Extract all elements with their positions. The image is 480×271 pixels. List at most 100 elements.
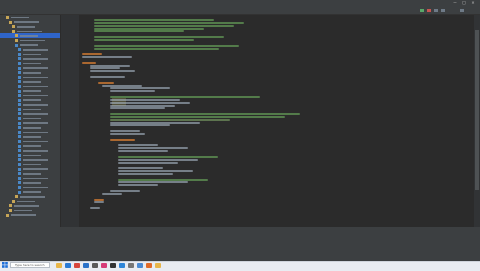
line-number-gutter (61, 15, 79, 227)
music-icon[interactable] (146, 263, 152, 268)
code-line (94, 21, 244, 24)
code-line (102, 192, 122, 195)
file-icon (6, 213, 9, 217)
intellij-icon[interactable] (101, 263, 107, 268)
code-line (98, 81, 114, 84)
run-icon[interactable] (420, 9, 424, 12)
file-icon (18, 153, 21, 157)
tree-item-label (23, 81, 41, 83)
windows-start-icon[interactable] (2, 262, 8, 268)
file-explorer-icon[interactable] (56, 263, 62, 268)
terminal-icon[interactable] (110, 263, 116, 268)
project-tree-item[interactable] (0, 213, 60, 218)
file-icon (18, 48, 21, 52)
code-line (94, 36, 224, 39)
file-icon (18, 167, 21, 171)
explorer2-icon[interactable] (155, 263, 161, 268)
code-line (94, 198, 104, 201)
code-line (110, 98, 180, 101)
file-icon (18, 190, 21, 194)
code-line (110, 101, 190, 104)
settings-icon[interactable] (128, 263, 134, 268)
code-line (118, 155, 218, 158)
code-line (102, 84, 142, 87)
tree-item-label (14, 209, 32, 212)
window-titlebar (0, 0, 480, 8)
file-icon (18, 135, 21, 139)
code-line (94, 201, 104, 204)
code-line (118, 184, 158, 187)
file-icon (18, 84, 21, 88)
scrollbar-thumb[interactable] (475, 30, 479, 190)
tree-item-label (23, 191, 41, 193)
chrome-icon[interactable] (74, 263, 80, 268)
tree-item-label (23, 131, 48, 134)
code-line (82, 56, 132, 59)
code-line (94, 19, 214, 21)
tree-item-label (23, 136, 41, 138)
minimize-button[interactable]: — (452, 1, 458, 6)
folder-icon (12, 29, 15, 33)
close-button[interactable]: ✕ (470, 1, 476, 6)
tree-item-label (23, 182, 41, 184)
tree-item-label (23, 71, 41, 74)
code-line (110, 115, 285, 118)
code-editor[interactable] (79, 15, 474, 227)
tree-item-label (23, 58, 48, 60)
status-bar (0, 227, 480, 261)
maximize-button[interactable]: □ (461, 1, 467, 6)
file-icon (18, 112, 21, 116)
mail-icon[interactable] (83, 263, 89, 268)
debug-icon[interactable] (434, 9, 438, 12)
file-icon (18, 57, 21, 61)
edge-icon[interactable] (65, 263, 71, 268)
code-line (118, 161, 178, 164)
code-line (90, 76, 125, 78)
notepad-icon[interactable] (137, 263, 143, 268)
code-line (90, 67, 120, 70)
tree-item-label (23, 48, 48, 51)
code-line (90, 207, 100, 210)
folder-icon (6, 16, 9, 19)
tree-item-label (23, 163, 41, 166)
code-line (110, 104, 175, 107)
file-icon (18, 89, 21, 93)
code-line (118, 170, 193, 173)
stop-icon[interactable] (427, 9, 431, 12)
code-line (118, 167, 163, 170)
tree-item-label (14, 205, 39, 207)
code-line (82, 61, 96, 64)
folder-icon (15, 34, 18, 38)
tree-item-label (23, 113, 48, 115)
tree-item-label (23, 186, 48, 189)
tree-item-label (11, 16, 29, 19)
project-tree[interactable] (0, 15, 61, 227)
tree-item-label (23, 53, 41, 56)
file-icon (9, 208, 12, 212)
tree-item-label (23, 94, 48, 97)
build-icon[interactable] (441, 9, 445, 12)
tree-item-label (23, 150, 48, 152)
code-line (110, 121, 200, 124)
tree-item-label (20, 35, 38, 37)
file-icon (12, 199, 15, 203)
file-icon (18, 103, 21, 107)
taskbar-search-input[interactable]: Type here to search (10, 262, 50, 268)
store-icon[interactable] (92, 263, 98, 268)
file-icon (18, 107, 21, 111)
tree-item-label (20, 195, 45, 198)
code-line (110, 90, 155, 93)
code-line (94, 47, 219, 50)
code-line (90, 64, 130, 67)
photos-icon[interactable] (119, 263, 125, 268)
search-icon[interactable] (460, 9, 464, 12)
code-line (118, 144, 158, 147)
file-icon (18, 66, 21, 70)
folder-icon (9, 20, 12, 24)
tree-item-label (14, 21, 39, 23)
tree-item-label (23, 159, 48, 161)
file-icon (18, 158, 21, 162)
file-icon (18, 149, 21, 153)
tree-item-label (23, 172, 41, 175)
code-line (118, 158, 198, 161)
